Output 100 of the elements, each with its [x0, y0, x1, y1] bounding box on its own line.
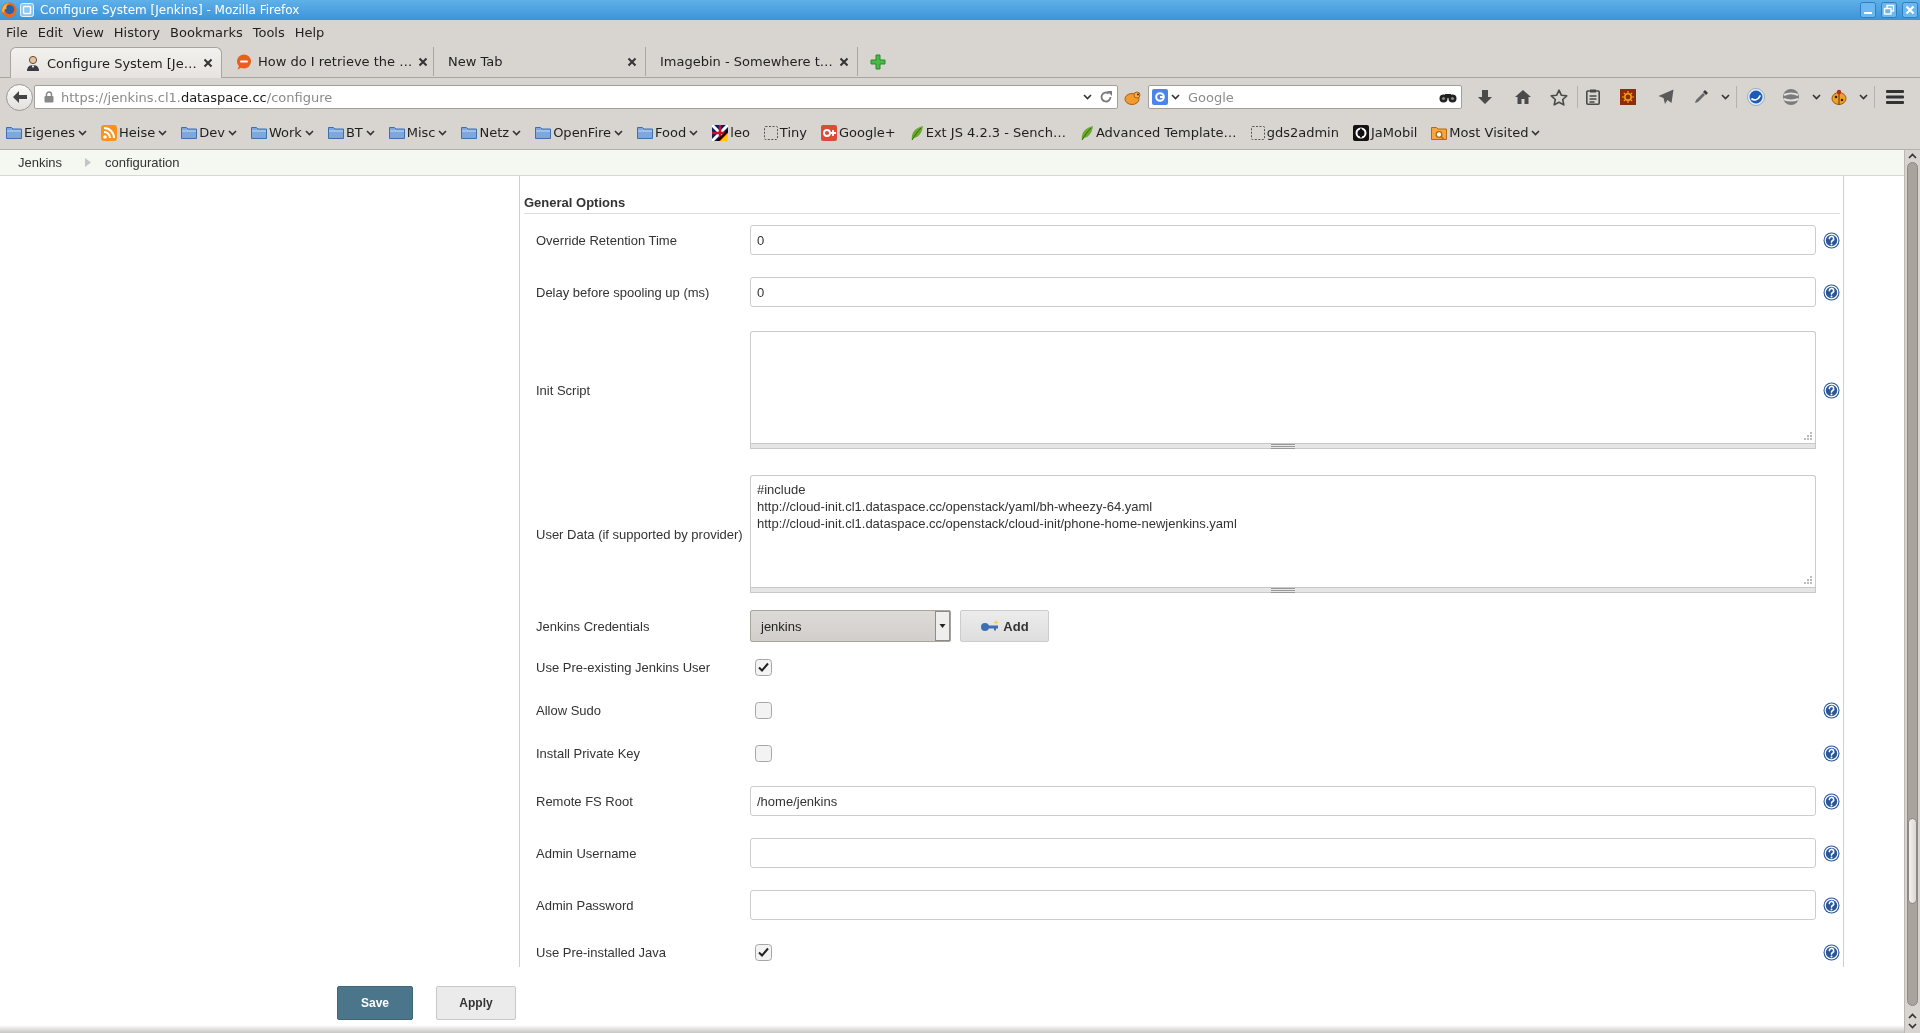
bookmark-item[interactable]: leo [710, 124, 752, 141]
caret-icon[interactable] [78, 129, 88, 136]
bookmark-item[interactable]: gds2admin [1248, 125, 1341, 140]
caret-icon[interactable] [614, 129, 624, 136]
add-button[interactable]: Add [960, 610, 1049, 642]
caret-icon[interactable] [438, 129, 448, 136]
caret-icon[interactable] [1858, 94, 1868, 100]
text-area[interactable]: #include http://cloud-init.cl1.dataspace.cc/openstack/yaml/bh-wheezy-64.yaml http://cloud-init.cl1.dataspace.cc/openstack/cloud-init/phone-home-newjenkins.yaml [750, 475, 1816, 587]
checkbox[interactable] [755, 659, 772, 676]
text-field[interactable] [750, 890, 1816, 920]
menu-item[interactable]: History [109, 25, 165, 40]
bookmark-item[interactable]: Work [248, 125, 316, 140]
ladybug-icon[interactable] [1830, 89, 1848, 105]
tab[interactable]: Imagebin - Somewhere t… [646, 47, 858, 76]
checkbox[interactable] [755, 944, 772, 961]
reload-icon[interactable] [1099, 90, 1113, 104]
bookmark-item[interactable]: Heise [99, 124, 170, 141]
text-field[interactable] [750, 838, 1816, 868]
caret-up-icon[interactable] [1908, 1013, 1917, 1019]
bookmark-item[interactable]: Netz [459, 125, 524, 140]
help-icon[interactable] [1823, 231, 1840, 249]
caret-icon[interactable] [227, 129, 237, 136]
logo-tile-icon[interactable] [1152, 89, 1168, 105]
caret-icon[interactable] [1811, 94, 1821, 100]
help-icon[interactable] [1823, 702, 1840, 719]
menu-item[interactable]: Help [290, 25, 329, 40]
bookmark-item[interactable]: JaMobil [1350, 124, 1420, 141]
restore-icon[interactable] [1881, 2, 1897, 18]
clipboard-icon[interactable] [1586, 89, 1600, 105]
caret-up-icon[interactable] [1908, 153, 1917, 159]
resize-handle[interactable] [750, 443, 1816, 449]
tab[interactable]: Configure System [Je… [10, 47, 222, 78]
resize-grip-icon[interactable] [1804, 432, 1812, 440]
help-icon[interactable] [1823, 944, 1840, 961]
menu-item[interactable]: Tools [248, 25, 289, 40]
breadcrumb-link[interactable]: configuration [105, 155, 180, 170]
scroll-thumb[interactable] [1908, 818, 1917, 904]
caret-icon[interactable] [1171, 94, 1180, 100]
apply-button[interactable]: Apply [436, 986, 516, 1020]
bookmark-item[interactable]: Dev [179, 125, 239, 140]
help-icon[interactable] [1823, 381, 1840, 399]
help-icon[interactable] [1823, 896, 1840, 914]
close-icon[interactable] [203, 58, 213, 68]
circle-logo-icon[interactable] [1747, 88, 1765, 106]
caret-icon[interactable] [158, 129, 168, 136]
text-field[interactable]: 0 [750, 277, 1816, 307]
bookmark-item[interactable]: Tiny [761, 125, 809, 140]
close-icon[interactable] [627, 56, 637, 67]
bookmark-item[interactable]: Most Visited [1429, 125, 1543, 140]
minimize-icon[interactable] [1860, 2, 1876, 18]
help-icon[interactable] [1823, 283, 1840, 301]
bookmark-item[interactable]: BT [325, 125, 377, 140]
help-icon[interactable] [1823, 844, 1840, 862]
caret-down-icon[interactable] [1908, 1023, 1917, 1029]
resize-grip-icon[interactable] [1804, 576, 1812, 584]
checkbox[interactable] [755, 745, 772, 762]
close-icon[interactable] [839, 56, 849, 67]
help-icon[interactable] [1823, 745, 1840, 762]
sun-tile-icon[interactable] [1620, 89, 1636, 105]
bookmark-item[interactable]: Google+ [818, 124, 898, 141]
caret-icon[interactable] [304, 129, 314, 136]
download-icon[interactable] [1478, 89, 1492, 105]
save-button[interactable]: Save [337, 986, 413, 1020]
globe-icon[interactable] [1782, 88, 1800, 106]
paper-plane-icon[interactable] [1658, 89, 1674, 105]
menu-item[interactable]: Edit [33, 25, 67, 40]
bookmark-item[interactable]: Eigenes [4, 125, 90, 140]
menu-icon[interactable] [1886, 90, 1904, 104]
caret-icon[interactable] [365, 129, 375, 136]
scrollbar[interactable] [1904, 150, 1920, 1033]
menu-item[interactable]: View [68, 25, 108, 40]
caret-icon[interactable] [1720, 94, 1730, 100]
breadcrumb-link[interactable]: Jenkins [18, 155, 63, 170]
pencil-icon[interactable] [1693, 89, 1709, 105]
bookmark-item[interactable]: OpenFire [533, 125, 626, 140]
bookmark-item[interactable]: Advanced Template… [1077, 124, 1239, 141]
url-field[interactable]: https://jenkins.cl1.dataspace.cc/configure [34, 85, 1118, 109]
star-icon[interactable] [1550, 88, 1568, 106]
back-button[interactable] [6, 83, 33, 111]
caret-icon[interactable] [1531, 129, 1541, 136]
caret-icon[interactable] [512, 129, 522, 136]
menu-item[interactable]: Bookmarks [166, 25, 247, 40]
binoculars-icon[interactable] [1439, 91, 1457, 103]
resize-handle[interactable] [750, 587, 1816, 593]
caret-icon[interactable] [1083, 94, 1092, 100]
caret-icon[interactable] [689, 129, 699, 136]
checkbox[interactable] [755, 702, 772, 719]
plus-icon[interactable] [870, 54, 886, 70]
tab[interactable]: How do I retrieve the … [222, 47, 434, 76]
animal-icon[interactable] [1124, 89, 1142, 105]
home-icon[interactable] [1514, 89, 1532, 105]
text-field[interactable]: /home/jenkins [750, 786, 1816, 816]
dropdown[interactable]: jenkins [750, 610, 951, 642]
help-icon[interactable] [1823, 792, 1840, 810]
scrollbar-track[interactable] [1907, 162, 1918, 1006]
menu-item[interactable]: File [2, 25, 32, 40]
text-field[interactable]: 0 [750, 225, 1816, 255]
bookmark-item[interactable]: Food [635, 125, 701, 140]
bookmark-item[interactable]: Misc [386, 125, 450, 140]
tab[interactable]: New Tab [434, 47, 646, 76]
